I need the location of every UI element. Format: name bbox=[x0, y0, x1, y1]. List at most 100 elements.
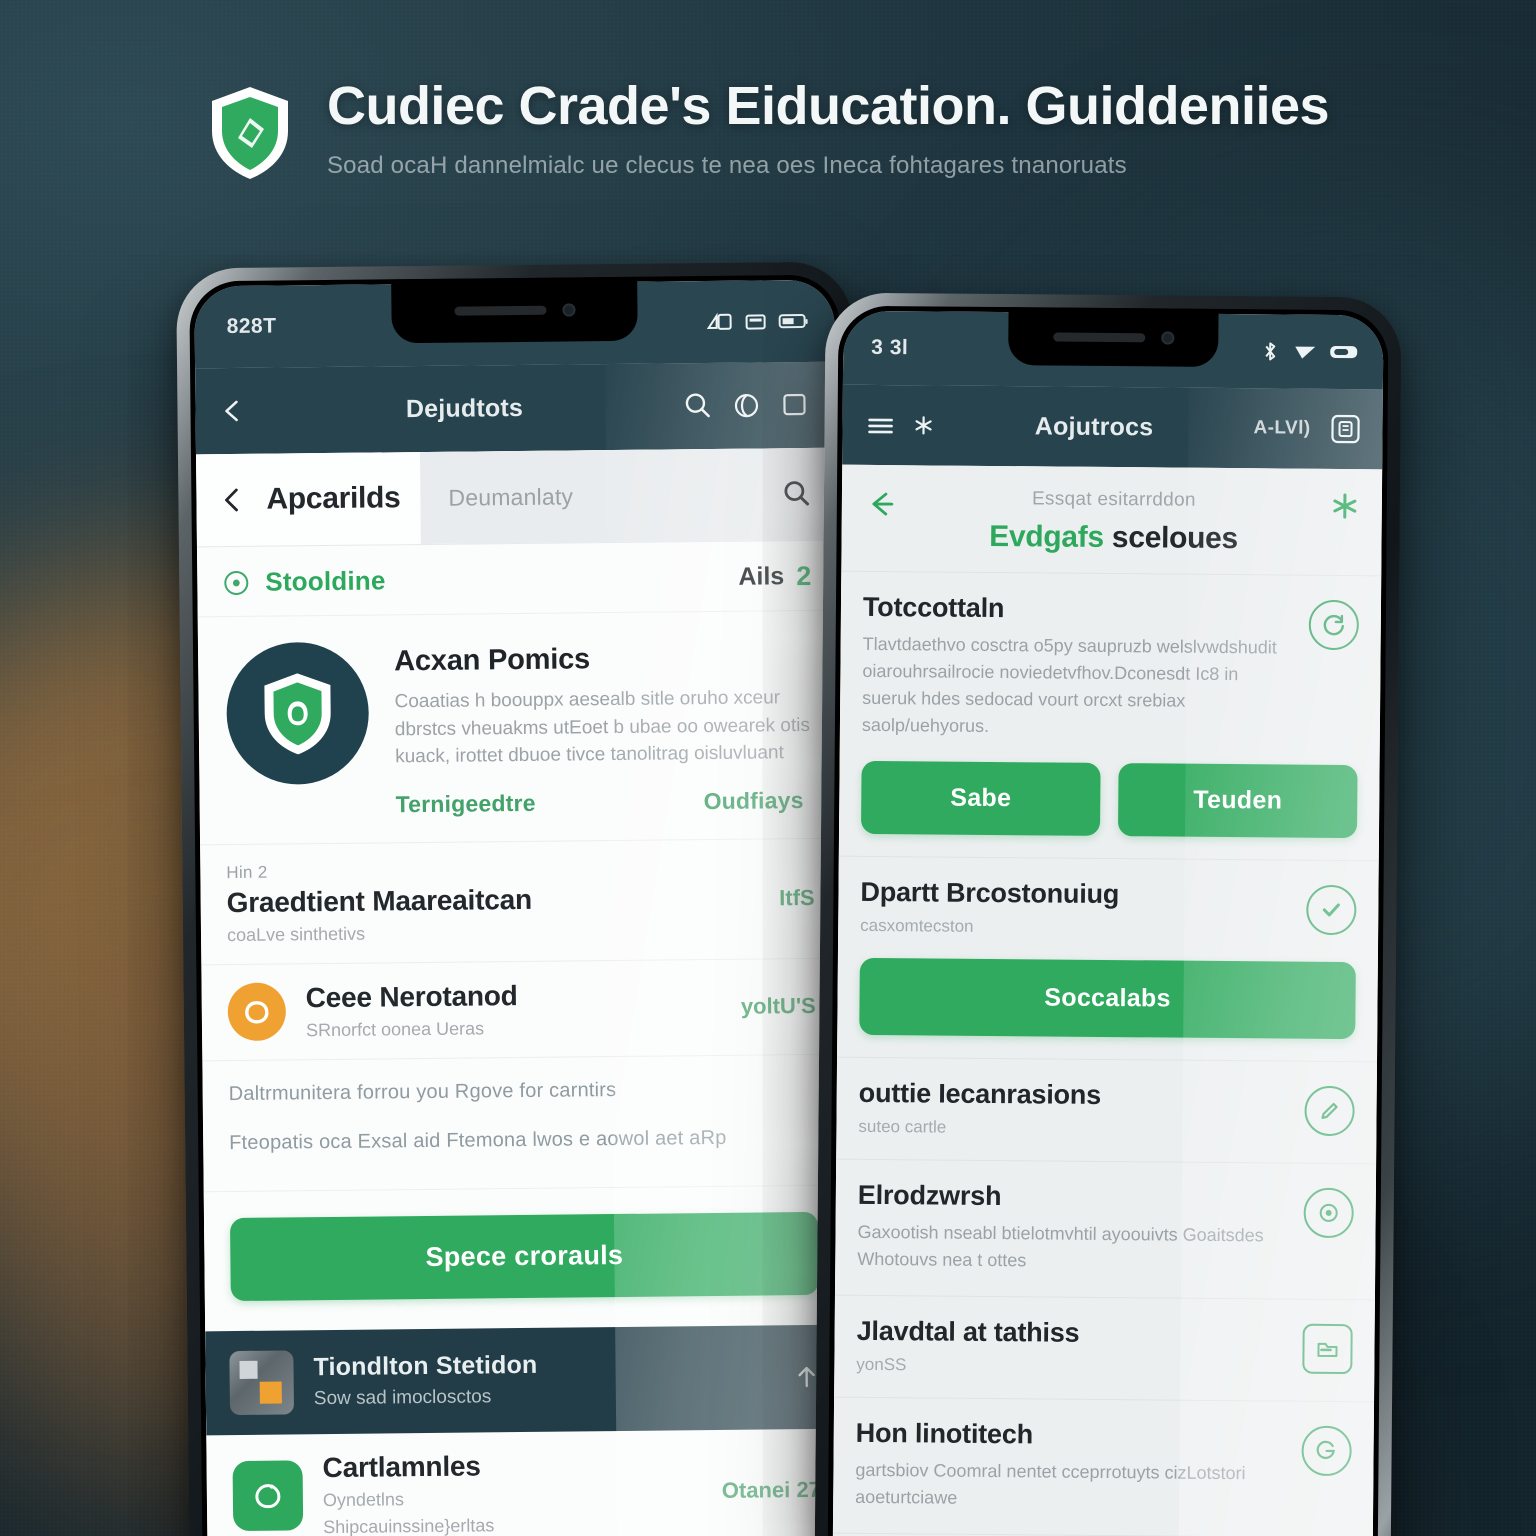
app-bar-left: Dejudtots bbox=[195, 361, 836, 455]
info-circle-icon bbox=[221, 567, 251, 597]
feature-link-secondary[interactable]: Oudfiays bbox=[703, 787, 803, 815]
refresh-icon[interactable] bbox=[731, 390, 761, 420]
section-panel[interactable]: outtie Iecanrasions suteo cartle bbox=[836, 1056, 1378, 1164]
list-item-main: Cartlamnles Oyndetlns Shipcauinssine}erl… bbox=[322, 1448, 702, 1536]
list-item-eyebrow: Hin 2 bbox=[226, 862, 268, 882]
gear-circle-icon[interactable] bbox=[1301, 1425, 1352, 1477]
tabs-icon[interactable] bbox=[779, 390, 809, 420]
folder-icon[interactable] bbox=[1302, 1323, 1353, 1375]
back-arrow-icon[interactable] bbox=[219, 397, 247, 425]
page-header-text: Essqat esitarrddon Evdgafs sceloues bbox=[913, 487, 1314, 556]
phone-mockup-left: 828T Dejudtots Apcarilds Deumanlaty Stoo… bbox=[176, 261, 866, 1536]
phone-left-bezel: 828T Dejudtots Apcarilds Deumanlaty Stoo… bbox=[189, 274, 853, 1536]
list-item-title: Cartlamnles bbox=[322, 1450, 481, 1483]
header-text-block: Cudiec Crade's Eiducation. Guiddeniies S… bbox=[326, 76, 1330, 181]
section-text: Jlavdtal at tathiss yonSS bbox=[856, 1316, 1079, 1377]
section-title: Totccottaln bbox=[862, 591, 1005, 624]
list-item-subtitle: Oyndetlns bbox=[322, 1488, 405, 1510]
list-item[interactable]: Hin 2 Graedtient Maareaitcan coaLve sint… bbox=[200, 838, 842, 965]
phone-mockup-right: 3 3l Aojutrocs A-LVl) Essqat esitarrddon… bbox=[814, 292, 1402, 1536]
app-bar-badge: A-LVl) bbox=[1253, 417, 1311, 439]
sub-nav-bar: Apcarilds Deumanlaty bbox=[195, 447, 837, 548]
status-time: 3 3l bbox=[871, 335, 909, 360]
feature-description: Coaatias h boouppx aesealb sitle oruho x… bbox=[394, 687, 811, 768]
save-button[interactable]: Sabe bbox=[860, 760, 1101, 836]
list-item-meta: Otanei 27 bbox=[721, 1476, 821, 1503]
secondary-button[interactable]: Teuden bbox=[1117, 763, 1358, 839]
signal-icon bbox=[706, 312, 733, 332]
section-text: Dpartt Brcostonuiug casxomtecston bbox=[860, 877, 1119, 938]
front-camera-icon bbox=[1160, 330, 1174, 345]
list-item[interactable]: Ceee Nerotanod SRnorfct oonea Ueras yolt… bbox=[201, 958, 843, 1061]
back-arrow-icon[interactable] bbox=[864, 487, 898, 521]
list-item-title: Graedtient Maareaitcan bbox=[226, 883, 533, 918]
front-camera-icon bbox=[561, 302, 576, 317]
app-bar-title: Aojutrocs bbox=[1034, 411, 1154, 441]
page-subtitle: Soad ocaH dannelmialc ue clecus te nea o… bbox=[326, 151, 1127, 179]
section-header: outtie Iecanrasions suteo cartle bbox=[858, 1078, 1355, 1141]
section-description: Gaxootish nseabl btielotmvhtil ayoouivts… bbox=[857, 1221, 1264, 1271]
status-icons bbox=[1259, 340, 1361, 363]
list-item-subtitle: coaLve sinthetivs bbox=[226, 923, 366, 945]
list-item-subtitle-2: Shipcauinssine}erltas bbox=[323, 1514, 495, 1536]
section-cta-button[interactable]: Soccalabs bbox=[859, 957, 1356, 1040]
page-header-right: Essqat esitarrddon Evdgafs sceloues bbox=[841, 464, 1383, 576]
promo-stage: Cudiec Crade's Eiducation. Guiddeniies S… bbox=[0, 0, 1536, 1536]
feature-text: Acxan Pomics Coaatias h boouppx aesealb … bbox=[394, 637, 814, 818]
search-icon[interactable] bbox=[681, 390, 713, 422]
feature-links: Ternigeedtre Oudfiays bbox=[396, 787, 814, 818]
wifi-icon bbox=[1292, 342, 1318, 362]
section-subtitle: yonSS bbox=[856, 1354, 907, 1375]
status-row-count-value: 2 bbox=[796, 560, 812, 592]
refresh-circle-icon[interactable] bbox=[1308, 599, 1360, 651]
phone-right-screen: 3 3l Aojutrocs A-LVl) Essqat esitarrddon… bbox=[832, 310, 1384, 1536]
cta-wrapper: Spece crorauls bbox=[203, 1185, 846, 1331]
qr-frame-icon[interactable] bbox=[1328, 412, 1362, 446]
hamburger-menu-icon[interactable] bbox=[864, 411, 896, 439]
sub-nav-title: Apcarilds bbox=[266, 481, 401, 516]
back-arrow-icon[interactable] bbox=[218, 485, 248, 515]
page-heading-accent: Evdgafs bbox=[989, 519, 1104, 554]
asterisk-icon[interactable] bbox=[1330, 491, 1360, 521]
section-description: gartsbiov Coomral nentet cceprrotuyts ci… bbox=[855, 1459, 1246, 1508]
section-text: Totccottaln Tlavtdaethvo cosctra o5py sa… bbox=[862, 592, 1291, 743]
section-panel[interactable]: Elrodzwrsh Gaxootish nseabl btielotmvhti… bbox=[834, 1158, 1377, 1300]
page-eyebrow: Essqat esitarrddon bbox=[1031, 488, 1196, 511]
feature-link-primary[interactable]: Ternigeedtre bbox=[396, 789, 536, 817]
section-title: Hon linotitech bbox=[855, 1417, 1034, 1450]
battery-icon bbox=[778, 312, 809, 330]
feature-card[interactable]: Acxan Pomics Coaatias h boouppx aesealb … bbox=[197, 610, 841, 845]
highlight-strip-subtitle: Sow sad imoclosctos bbox=[313, 1386, 492, 1410]
section-title: Jlavdtal at tathiss bbox=[856, 1315, 1080, 1348]
app-bar-title: Dejudtots bbox=[405, 393, 524, 423]
green-square-icon bbox=[232, 1459, 304, 1531]
status-time: 828T bbox=[226, 314, 277, 339]
app-bar-actions: A-LVl) bbox=[1253, 411, 1362, 446]
wifi-icon bbox=[744, 311, 768, 331]
section-title: Dpartt Brcostonuiug bbox=[860, 876, 1120, 910]
orange-circle-icon bbox=[227, 982, 287, 1042]
phone-left-content: Apcarilds Deumanlaty Stooldine Ails 2 Ac… bbox=[195, 447, 848, 1536]
list-item-main: Ceee Nerotanod SRnorfct oonea Ueras bbox=[306, 978, 722, 1041]
section-text: Elrodzwrsh Gaxootish nseabl btielotmvhti… bbox=[857, 1180, 1286, 1277]
section-header: Hon linotitech gartsbiov Coomral nentet … bbox=[855, 1418, 1352, 1515]
list-item[interactable]: Cartlamnles Oyndetlns Shipcauinssine}erl… bbox=[206, 1428, 848, 1536]
section-panel[interactable]: Hon linotitech gartsbiov Coomral nentet … bbox=[832, 1396, 1375, 1536]
search-input[interactable]: Deumanlaty bbox=[419, 447, 837, 545]
status-row-count-label: Ails bbox=[738, 562, 785, 591]
search-icon[interactable] bbox=[780, 478, 812, 510]
section-title: Elrodzwrsh bbox=[857, 1179, 1002, 1212]
status-row-label: Stooldine bbox=[265, 565, 386, 597]
status-row[interactable]: Stooldine Ails 2 bbox=[196, 540, 838, 618]
target-circle-icon[interactable] bbox=[1303, 1187, 1354, 1239]
battery-icon bbox=[1329, 343, 1361, 361]
primary-cta-button[interactable]: Spece crorauls bbox=[229, 1211, 819, 1301]
check-circle-icon[interactable] bbox=[1306, 884, 1357, 936]
edit-circle-icon[interactable] bbox=[1304, 1085, 1355, 1137]
list-item-main: Hin 2 Graedtient Maareaitcan coaLve sint… bbox=[226, 857, 759, 946]
page-title: Cudiec Crade's Eiducation. Guiddeniies bbox=[326, 76, 1330, 136]
section-panel[interactable]: Jlavdtal at tathiss yonSS bbox=[834, 1294, 1375, 1402]
page-heading: Evdgafs sceloues bbox=[913, 519, 1313, 556]
highlight-strip[interactable]: Tiondlton Stetidon Sow sad imoclosctos bbox=[205, 1324, 847, 1435]
list-item-title: Ceee Nerotanod bbox=[305, 979, 518, 1013]
